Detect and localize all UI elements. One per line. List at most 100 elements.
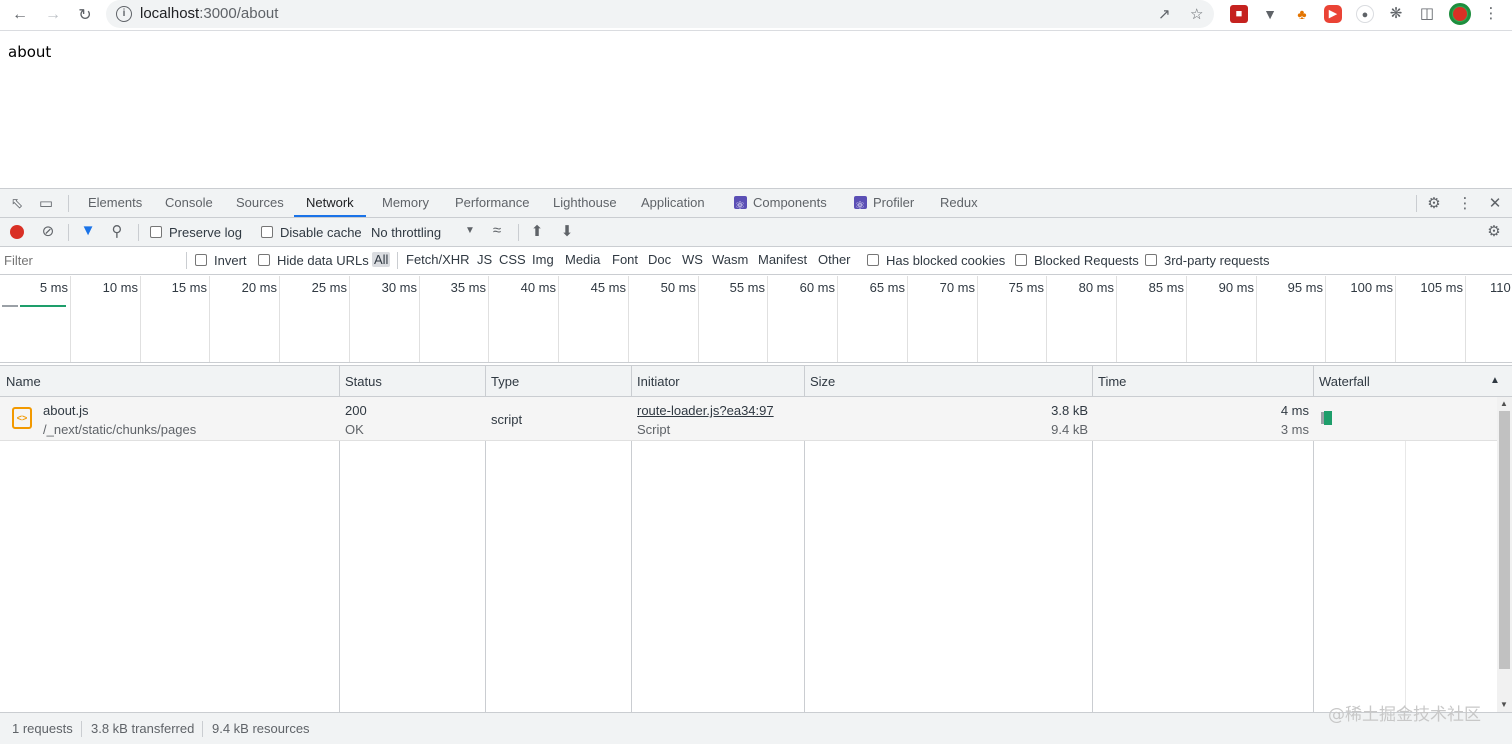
filter-doc[interactable]: Doc [648,252,671,267]
tab-sources[interactable]: Sources [235,189,285,217]
column-header-name[interactable]: Name [6,374,41,389]
close-devtools-icon[interactable]: ✕ [1486,194,1504,212]
overview-tick-line [1325,276,1326,362]
network-toolbar: ⊘ ▼ ⚲ Preserve log Disable cache No thro… [0,218,1512,247]
tab-memory[interactable]: Memory [381,189,430,217]
filter-all[interactable]: All [372,252,391,267]
column-header-time[interactable]: Time [1098,374,1126,389]
request-name: about.js [43,403,89,418]
filter-css[interactable]: CSS [499,252,526,267]
tab-lighthouse[interactable]: Lighthouse [552,189,618,217]
more-options-icon[interactable]: ⋮ [1456,194,1474,212]
network-conditions-icon[interactable]: ≈ [488,222,506,239]
tab-elements[interactable]: Elements [87,189,143,217]
scroll-up-arrow-icon[interactable]: ▲ [1500,399,1508,408]
filter-ws[interactable]: WS [682,252,703,267]
filter-wasm[interactable]: Wasm [712,252,748,267]
scroll-down-arrow-icon[interactable]: ▼ [1500,700,1508,709]
filter-input[interactable] [4,251,182,270]
forward-arrow-icon[interactable]: → [41,4,65,26]
share-icon[interactable]: ↗ [1158,5,1171,23]
request-size-resource: 9.4 kB [1051,422,1088,437]
preserve-log-checkbox[interactable] [150,226,162,238]
column-header-initiator[interactable]: Initiator [637,374,680,389]
filter-other[interactable]: Other [818,252,851,267]
extensions-puzzle-icon[interactable]: ❋ [1387,5,1405,23]
tab-console[interactable]: Console [164,189,214,217]
profile-avatar[interactable] [1449,3,1471,25]
extension-icon-5[interactable]: ● [1356,5,1374,23]
overview-tick-line [767,276,768,362]
bookmark-star-icon[interactable]: ☆ [1190,5,1203,23]
filter-bar: Invert Hide data URLs All Fetch/XHR JS C… [0,247,1512,275]
table-scrollbar[interactable]: ▲ ▼ [1497,397,1512,712]
url-path: :3000/about [199,5,279,22]
invert-checkbox[interactable] [195,254,207,266]
network-overview-timeline[interactable]: 5 ms 10 ms 15 ms 20 ms 25 ms 30 ms 35 ms 40 ms 4… [0,276,1512,363]
vue-devtools-icon[interactable]: ▼ [1261,5,1279,23]
overview-tick-label: 5 ms [39,280,68,295]
site-info-icon[interactable]: i [116,6,132,22]
overview-tick-label: 40 ms [520,280,556,295]
request-time-latency: 3 ms [1280,422,1309,437]
scrollbar-thumb[interactable] [1499,411,1510,669]
extension-icon-3[interactable]: ♣ [1293,5,1311,23]
overview-bar-waiting [2,305,18,307]
inspect-element-icon[interactable]: ⬁ [8,194,26,212]
overview-tick-line [1186,276,1187,362]
overview-tick-label: 15 ms [171,280,207,295]
overview-tick-label: 85 ms [1148,280,1184,295]
filter-media[interactable]: Media [565,252,600,267]
search-icon[interactable]: ⚲ [108,222,126,240]
filter-js[interactable]: JS [477,252,492,267]
reload-icon[interactable]: ↻ [73,4,97,26]
export-har-icon[interactable]: ⬇ [558,222,576,240]
settings-gear-icon[interactable]: ⚙ [1425,194,1443,212]
youtube-extension-icon[interactable]: ▶ [1324,5,1342,23]
clear-icon[interactable]: ⊘ [39,222,57,240]
devtools-tab-bar: ⬁ ▭ Elements Console Sources Network Mem… [0,189,1512,220]
throttling-select[interactable]: No throttling ▼ [371,225,477,241]
disable-cache-checkbox[interactable] [261,226,273,238]
filter-font[interactable]: Font [612,252,638,267]
tab-application[interactable]: Application [640,189,706,217]
address-bar[interactable]: i localhost:3000/about ↗ ☆ [106,0,1214,28]
back-arrow-icon[interactable]: ← [8,4,32,26]
overview-tick-line [558,276,559,362]
filter-manifest[interactable]: Manifest [758,252,807,267]
filter-img[interactable]: Img [532,252,554,267]
column-header-size[interactable]: Size [810,374,835,389]
overview-tick-label: 20 ms [241,280,277,295]
watermark: @稀土掘金技术社区 [1328,705,1481,725]
filter-fetch-xhr[interactable]: Fetch/XHR [406,252,470,267]
tab-network[interactable]: Network [294,189,366,217]
hide-data-urls-checkbox[interactable] [258,254,270,266]
third-party-label: 3rd-party requests [1164,253,1270,268]
browser-menu-icon[interactable]: ⋮ [1482,5,1500,23]
import-har-icon[interactable]: ⬆ [528,222,546,240]
extension-icon-1[interactable]: ■ [1230,5,1248,23]
request-initiator-link[interactable]: route-loader.js?ea34:97 [637,403,774,418]
column-header-status[interactable]: Status [345,374,382,389]
tab-profiler[interactable]: Profiler [853,189,915,220]
third-party-checkbox[interactable] [1145,254,1157,266]
blocked-requests-checkbox[interactable] [1015,254,1027,266]
tab-performance[interactable]: Performance [454,189,530,217]
waterfall-bar-download [1324,411,1332,425]
request-size-transferred: 3.8 kB [1051,403,1088,418]
table-row[interactable]: <> about.js /_next/static/chunks/pages 2… [0,397,1497,441]
tab-components[interactable]: Components [733,189,828,220]
column-header-waterfall[interactable]: Waterfall [1319,374,1370,389]
tab-redux[interactable]: Redux [939,189,979,217]
overview-tick-label: 60 ms [799,280,835,295]
device-toolbar-icon[interactable]: ▭ [37,194,55,212]
record-icon[interactable] [10,225,24,239]
overview-tick-line [349,276,350,362]
overview-tick-label: 100 ms [1350,280,1393,295]
side-panel-icon[interactable]: ◫ [1418,5,1436,23]
overview-tick-label: 105 ms [1420,280,1463,295]
network-settings-icon[interactable]: ⚙ [1485,222,1503,240]
column-header-type[interactable]: Type [491,374,519,389]
filter-funnel-icon[interactable]: ▼ [79,222,97,239]
has-blocked-cookies-checkbox[interactable] [867,254,879,266]
